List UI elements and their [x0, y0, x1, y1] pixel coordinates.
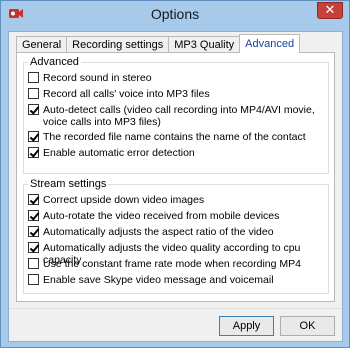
- option-filename-contact[interactable]: The recorded file name contains the name…: [28, 131, 326, 143]
- checkbox-record-stereo[interactable]: [28, 72, 39, 83]
- option-error-detection[interactable]: Enable automatic error detection: [28, 147, 326, 159]
- dialog-body: General Recording settings MP3 Quality A…: [8, 31, 343, 342]
- close-button[interactable]: ✕: [317, 2, 343, 19]
- checkbox-record-voice-mp3[interactable]: [28, 88, 39, 99]
- title-bar[interactable]: Options ✕: [1, 1, 349, 27]
- checkbox-correct-upside-down[interactable]: [28, 194, 39, 205]
- ok-button[interactable]: OK: [280, 316, 335, 336]
- tab-general[interactable]: General: [16, 36, 68, 53]
- label-save-skype-video: Enable save Skype video message and voic…: [43, 274, 274, 286]
- label-error-detection: Enable automatic error detection: [43, 147, 195, 159]
- checkbox-video-quality-cpu[interactable]: [28, 242, 39, 253]
- window-title: Options: [150, 6, 200, 22]
- tab-strip: General Recording settings MP3 Quality A…: [16, 34, 301, 53]
- label-record-stereo: Record sound in stereo: [43, 72, 152, 84]
- checkbox-filename-contact[interactable]: [28, 131, 39, 142]
- checkbox-auto-detect-calls[interactable]: [28, 104, 39, 115]
- label-aspect-ratio: Automatically adjusts the aspect ratio o…: [43, 226, 274, 238]
- option-record-stereo[interactable]: Record sound in stereo: [28, 72, 326, 84]
- label-filename-contact: The recorded file name contains the name…: [43, 131, 306, 143]
- checkbox-aspect-ratio[interactable]: [28, 226, 39, 237]
- label-constant-frame-rate: Use the constant frame rate mode when re…: [43, 258, 301, 270]
- option-save-skype-video[interactable]: Enable save Skype video message and voic…: [28, 274, 326, 286]
- option-correct-upside-down[interactable]: Correct upside down video images: [28, 194, 326, 206]
- label-auto-detect-calls: Auto-detect calls (video call recording …: [43, 104, 315, 128]
- option-auto-detect-calls[interactable]: Auto-detect calls (video call recording …: [28, 104, 326, 128]
- tab-advanced[interactable]: Advanced: [239, 34, 301, 53]
- option-constant-frame-rate[interactable]: Use the constant frame rate mode when re…: [28, 258, 326, 270]
- checkbox-constant-frame-rate[interactable]: [28, 258, 39, 269]
- stream-settings-group: Stream settings Correct upside down vide…: [23, 178, 329, 294]
- checkbox-auto-rotate[interactable]: [28, 210, 39, 221]
- stream-settings-title: Stream settings: [28, 178, 109, 190]
- checkbox-error-detection[interactable]: [28, 147, 39, 158]
- apply-button[interactable]: Apply: [219, 316, 274, 336]
- footer-divider: [9, 308, 342, 309]
- label-auto-rotate: Auto-rotate the video received from mobi…: [43, 210, 280, 222]
- checkbox-save-skype-video[interactable]: [28, 274, 39, 285]
- tab-recording-settings[interactable]: Recording settings: [66, 36, 170, 53]
- option-auto-rotate[interactable]: Auto-rotate the video received from mobi…: [28, 210, 326, 222]
- advanced-panel: Advanced Record sound in stereo Record a…: [16, 52, 335, 302]
- option-aspect-ratio[interactable]: Automatically adjusts the aspect ratio o…: [28, 226, 326, 238]
- label-record-voice-mp3: Record all calls' voice into MP3 files: [43, 88, 210, 100]
- label-correct-upside-down: Correct upside down video images: [43, 194, 205, 206]
- advanced-group: Advanced Record sound in stereo Record a…: [23, 56, 329, 174]
- advanced-group-title: Advanced: [28, 56, 81, 68]
- options-window: Options ✕ General Recording settings MP3…: [0, 0, 350, 348]
- tab-mp3-quality[interactable]: MP3 Quality: [168, 36, 241, 53]
- option-record-voice-mp3[interactable]: Record all calls' voice into MP3 files: [28, 88, 326, 100]
